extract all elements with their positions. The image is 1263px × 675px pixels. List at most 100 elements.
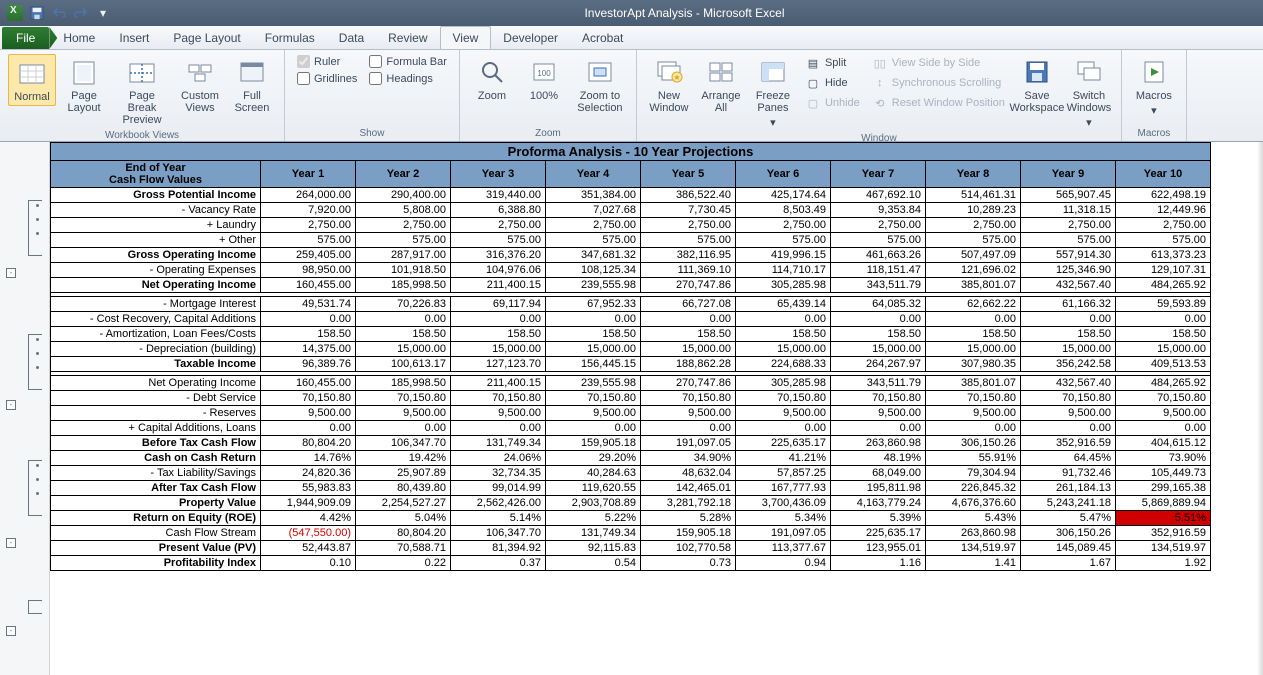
- cell[interactable]: 382,116.95: [641, 248, 736, 263]
- cell[interactable]: 158.50: [1021, 327, 1116, 342]
- cell[interactable]: 119,620.55: [546, 481, 641, 496]
- cell[interactable]: 305,285.98: [736, 278, 831, 293]
- cell[interactable]: 70,150.80: [641, 391, 736, 406]
- cell[interactable]: 0.00: [926, 421, 1021, 436]
- cell[interactable]: 158.50: [1116, 327, 1211, 342]
- cell[interactable]: 9,500.00: [261, 406, 356, 421]
- cell[interactable]: 352,916.59: [1116, 526, 1211, 541]
- save-icon[interactable]: [28, 4, 46, 22]
- cell[interactable]: 70,150.80: [831, 391, 926, 406]
- cell[interactable]: 167,777.93: [736, 481, 831, 496]
- cell[interactable]: 158.50: [261, 327, 356, 342]
- cell[interactable]: 305,285.98: [736, 376, 831, 391]
- table-row[interactable]: Present Value (PV)52,443.8770,588.7181,3…: [51, 541, 1211, 556]
- file-tab[interactable]: File: [2, 27, 49, 49]
- cell[interactable]: 104,976.06: [451, 263, 546, 278]
- cell[interactable]: 105,449.73: [1116, 466, 1211, 481]
- cell[interactable]: 159,905.18: [641, 526, 736, 541]
- cell[interactable]: 62,662.22: [926, 297, 1021, 312]
- cell[interactable]: 102,770.58: [641, 541, 736, 556]
- cell[interactable]: 5.43%: [926, 511, 1021, 526]
- cell[interactable]: 575.00: [1021, 233, 1116, 248]
- cell[interactable]: 70,150.80: [356, 391, 451, 406]
- gridlines-checkbox[interactable]: Gridlines: [293, 71, 361, 86]
- outline-collapse-icon[interactable]: -: [6, 268, 16, 278]
- zoom-selection-button[interactable]: Zoom to Selection: [572, 54, 628, 116]
- table-row[interactable]: - Reserves9,500.009,500.009,500.009,500.…: [51, 406, 1211, 421]
- table-row[interactable]: - Amortization, Loan Fees/Costs158.50158…: [51, 327, 1211, 342]
- cell[interactable]: 158.50: [451, 327, 546, 342]
- tab-review[interactable]: Review: [376, 27, 439, 49]
- cell[interactable]: 0.00: [356, 312, 451, 327]
- cell[interactable]: 0.00: [1021, 421, 1116, 436]
- cell[interactable]: 2,562,426.00: [451, 496, 546, 511]
- table-row[interactable]: - Tax Liability/Savings24,820.3625,907.8…: [51, 466, 1211, 481]
- page-break-preview-button[interactable]: Page Break Preview: [112, 54, 172, 128]
- cell[interactable]: 0.00: [831, 421, 926, 436]
- cell[interactable]: 108,125.34: [546, 263, 641, 278]
- cell[interactable]: 5.34%: [736, 511, 831, 526]
- table-row[interactable]: - Operating Expenses98,950.00101,918.501…: [51, 263, 1211, 278]
- cell[interactable]: 10,289.23: [926, 203, 1021, 218]
- cell[interactable]: 67,952.33: [546, 297, 641, 312]
- cell[interactable]: 15,000.00: [1116, 342, 1211, 357]
- cell[interactable]: 622,498.19: [1116, 188, 1211, 203]
- ruler-checkbox[interactable]: Ruler: [293, 54, 361, 69]
- cell[interactable]: 575.00: [1116, 233, 1211, 248]
- cell[interactable]: 81,394.92: [451, 541, 546, 556]
- cell[interactable]: 79,304.94: [926, 466, 1021, 481]
- cell[interactable]: 70,226.83: [356, 297, 451, 312]
- cell[interactable]: 29.20%: [546, 451, 641, 466]
- cell[interactable]: 613,373.23: [1116, 248, 1211, 263]
- cell[interactable]: 3,700,436.09: [736, 496, 831, 511]
- cell[interactable]: 356,242.58: [1021, 357, 1116, 372]
- table-row[interactable]: - Debt Service70,150.8070,150.8070,150.8…: [51, 391, 1211, 406]
- cell[interactable]: 5.51%: [1116, 511, 1211, 526]
- cell[interactable]: 80,804.20: [261, 436, 356, 451]
- cell[interactable]: 113,377.67: [736, 541, 831, 556]
- cell[interactable]: 80,804.20: [356, 526, 451, 541]
- cell[interactable]: 48,632.04: [641, 466, 736, 481]
- cell[interactable]: 386,522.40: [641, 188, 736, 203]
- switch-windows-button[interactable]: Switch Windows ▾: [1065, 54, 1113, 131]
- cell[interactable]: 80,439.80: [356, 481, 451, 496]
- sync-scroll-button[interactable]: ↕Synchronous Scrolling: [868, 74, 1009, 92]
- cell[interactable]: 158.50: [926, 327, 1021, 342]
- tab-insert[interactable]: Insert: [107, 27, 161, 49]
- cell[interactable]: 419,996.15: [736, 248, 831, 263]
- tab-acrobat[interactable]: Acrobat: [570, 27, 635, 49]
- table-row[interactable]: Profitability Index0.100.220.370.540.730…: [51, 556, 1211, 571]
- cell[interactable]: 575.00: [736, 233, 831, 248]
- cell[interactable]: 565,907.45: [1021, 188, 1116, 203]
- cell[interactable]: 158.50: [546, 327, 641, 342]
- tab-developer[interactable]: Developer: [491, 27, 570, 49]
- cell[interactable]: 5.28%: [641, 511, 736, 526]
- outline-gutter[interactable]: - - - -: [0, 142, 50, 675]
- cell[interactable]: 100,613.17: [356, 357, 451, 372]
- cell[interactable]: 15,000.00: [546, 342, 641, 357]
- cell[interactable]: 3,281,792.18: [641, 496, 736, 511]
- cell[interactable]: 55.91%: [926, 451, 1021, 466]
- cell[interactable]: 270,747.86: [641, 278, 736, 293]
- cell[interactable]: 19.42%: [356, 451, 451, 466]
- cell[interactable]: 0.00: [1116, 312, 1211, 327]
- cell[interactable]: 0.00: [356, 421, 451, 436]
- cell[interactable]: 575.00: [451, 233, 546, 248]
- cell[interactable]: 385,801.07: [926, 376, 1021, 391]
- cell[interactable]: 185,998.50: [356, 376, 451, 391]
- cell[interactable]: 409,513.53: [1116, 357, 1211, 372]
- cell[interactable]: 11,318.15: [1021, 203, 1116, 218]
- cell[interactable]: 270,747.86: [641, 376, 736, 391]
- hide-button[interactable]: ▢Hide: [801, 74, 864, 92]
- cell[interactable]: 211,400.15: [451, 376, 546, 391]
- table-row[interactable]: - Cost Recovery, Capital Additions0.000.…: [51, 312, 1211, 327]
- cell[interactable]: 2,750.00: [451, 218, 546, 233]
- table-row[interactable]: Return on Equity (ROE)4.42%5.04%5.14%5.2…: [51, 511, 1211, 526]
- cell[interactable]: 9,500.00: [356, 406, 451, 421]
- cell[interactable]: 9,500.00: [926, 406, 1021, 421]
- cell[interactable]: 263,860.98: [926, 526, 1021, 541]
- cell[interactable]: 575.00: [356, 233, 451, 248]
- table-row[interactable]: Gross Potential Income264,000.00290,400.…: [51, 188, 1211, 203]
- cell[interactable]: 49,531.74: [261, 297, 356, 312]
- outline-collapse-icon[interactable]: -: [6, 626, 16, 636]
